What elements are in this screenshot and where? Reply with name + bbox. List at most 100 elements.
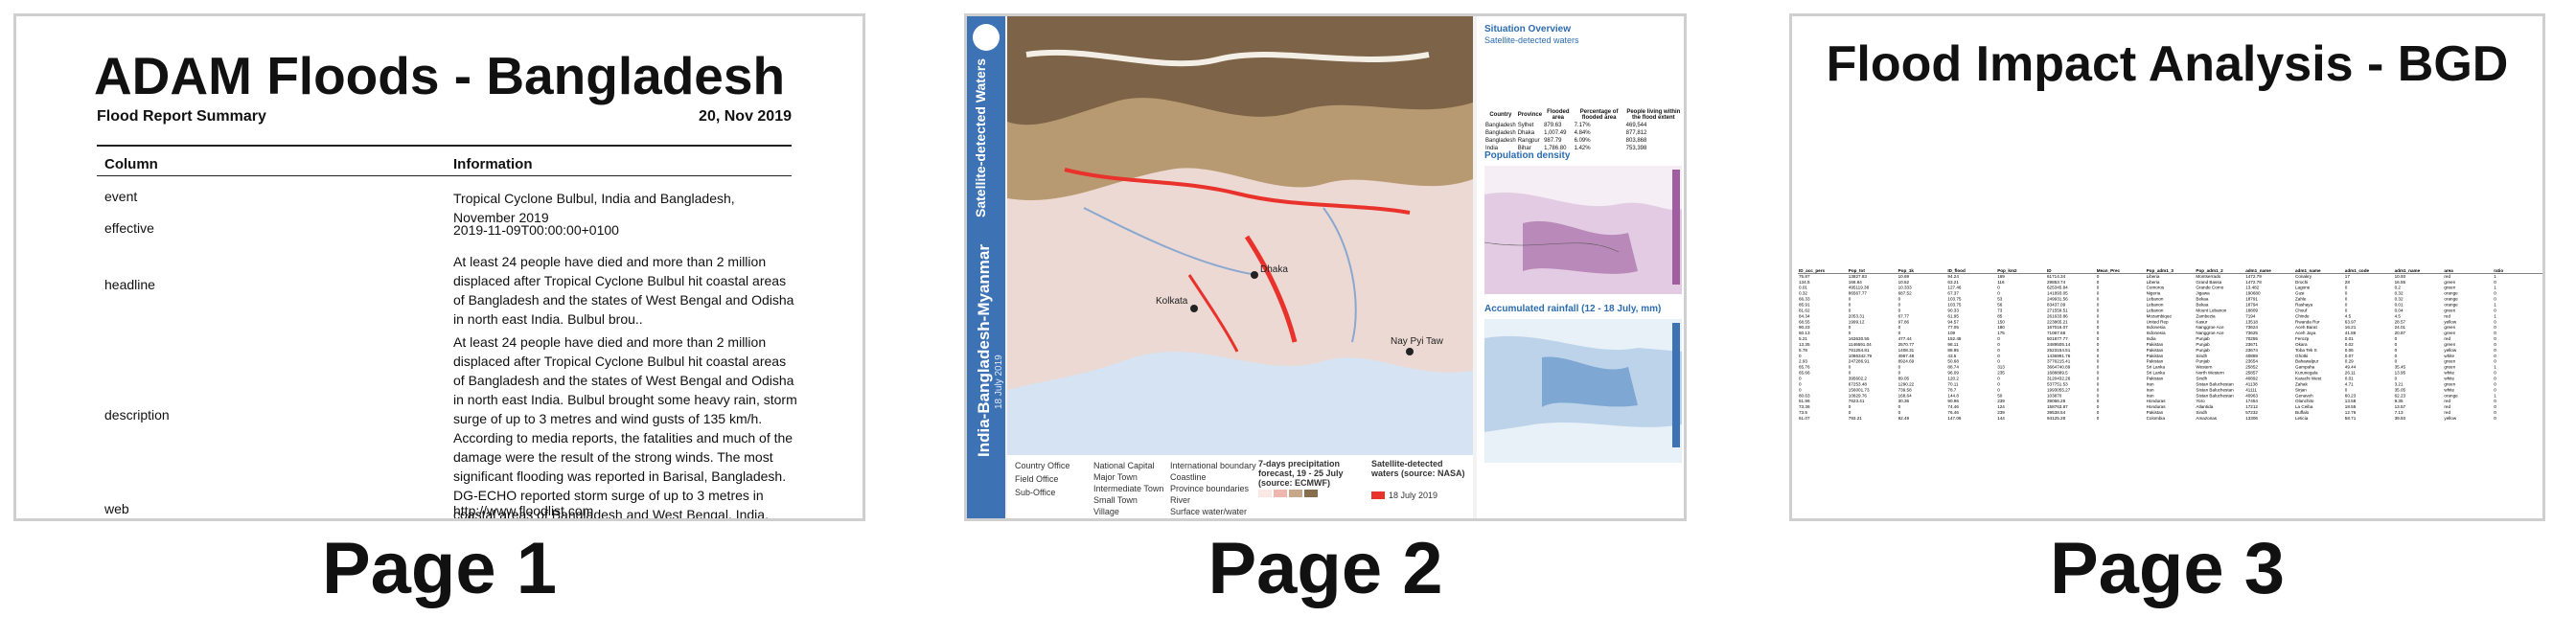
- table-cell: 94.57: [1947, 319, 1959, 324]
- table-cell: Bangladesh: [1485, 138, 1516, 144]
- table-cell: 2053.31: [1849, 313, 1865, 318]
- table-cell: Western: [2196, 365, 2212, 370]
- table-cell: 103.75: [1947, 297, 1961, 302]
- row-value-headline: At least 24 people have died and more th…: [453, 254, 794, 327]
- table-cell: 0: [2345, 286, 2348, 290]
- table-cell: Iran: [2147, 381, 2154, 386]
- impact-data-table[interactable]: ID_acc_pers Pop_tot Pop_1k ID_flood Pop_km2 I…: [1798, 267, 2542, 421]
- table-cell: 30.36: [1898, 399, 1910, 403]
- table-cell: 223865.21: [2047, 319, 2068, 324]
- table-cell: 3.21: [2395, 381, 2404, 386]
- table-cell: 120.2: [1947, 377, 1959, 381]
- map-label-dhaka: Dhaka: [1260, 264, 1288, 275]
- table-cell: 0: [1849, 410, 1852, 415]
- table-cell: Liberia: [2147, 274, 2160, 279]
- table-cell: 0: [2097, 359, 2100, 364]
- table-cell: 90.96: [1947, 399, 1959, 403]
- table-cell: Lagone: [2295, 286, 2311, 290]
- table-cell: 88.95: [1947, 348, 1959, 353]
- table-cell: 0: [2345, 291, 2348, 296]
- row-key-headline: headline: [104, 277, 155, 292]
- table-cell: 65.66: [1799, 371, 1810, 376]
- table-cell: 0: [2494, 381, 2496, 386]
- table-cell: 0: [1799, 387, 1802, 392]
- table-cell: 109: [1947, 331, 1955, 335]
- report-title: ADAM Floods - Bangladesh: [93, 46, 786, 105]
- table-header-cell: Pop_km2: [1997, 268, 2017, 273]
- table-cell: 13.57: [2395, 404, 2406, 409]
- table-cell: 0: [1849, 365, 1852, 370]
- map-side-banner: Satellite-detected Waters India-Banglade…: [967, 16, 1005, 518]
- table-cell: 67.77: [1898, 313, 1910, 318]
- table-header-cell: adm1_name: [2245, 268, 2271, 273]
- legend-item-6: Small Town: [1093, 495, 1138, 505]
- table-cell: 0.01: [2345, 336, 2354, 341]
- table-cell: Aceh Jaya: [2295, 331, 2316, 335]
- table-cell: 987.79: [1544, 138, 1562, 144]
- table-cell: 5.21: [1799, 336, 1807, 341]
- table-cell: 134.5: [1799, 280, 1810, 285]
- table-cell: 13827.83: [1849, 274, 1868, 279]
- table-header-province: Province: [1517, 112, 1543, 118]
- table-cell: 0: [2345, 387, 2348, 392]
- table-header-people: People living within the flood extent: [1626, 109, 1681, 121]
- table-cell: 0: [2494, 331, 2496, 335]
- table-cell: 39538.54: [2047, 410, 2066, 415]
- table-cell: 2570.77: [1898, 342, 1915, 347]
- table-cell: 0: [2345, 297, 2348, 302]
- population-density-map[interactable]: [1484, 166, 1682, 294]
- table-cell: 18.55: [2345, 404, 2357, 409]
- forecast-swatch-1: [1258, 490, 1272, 497]
- table-cell: 0.2: [2395, 286, 2402, 290]
- table-cell: 0: [2494, 291, 2496, 296]
- table-cell: 0: [1997, 359, 2000, 364]
- table-cell: Ferozp: [2295, 336, 2310, 341]
- table-cell: 0: [2494, 354, 2496, 358]
- table-cell: Sindh: [2196, 410, 2207, 415]
- table-cell: 168.64: [1898, 393, 1912, 398]
- legend-item-5: Intermediate Town: [1093, 484, 1164, 493]
- table-cell: 3120432.26: [2047, 377, 2071, 381]
- table-cell: Comoros: [2147, 286, 2165, 290]
- table-cell: 67253.48: [1849, 381, 1868, 386]
- page-2-satellite-map: Satellite-detected Waters India-Banglade…: [964, 13, 1687, 521]
- table-cell: green: [2444, 342, 2455, 347]
- table-cell: 127.46: [1947, 286, 1961, 290]
- overview-subtitle: Satellite-detected waters: [1484, 35, 1579, 45]
- table-cell: Sindh: [2196, 377, 2207, 381]
- table-cell: 261633.86: [2047, 313, 2068, 318]
- table-cell: 687.52: [1898, 291, 1912, 296]
- table-cell: 0.01: [2345, 377, 2354, 381]
- table-cell: 1146691.04: [1849, 342, 1872, 347]
- table-cell: 0: [1799, 377, 1802, 381]
- table-cell: 23674: [2245, 348, 2258, 353]
- row-value-web[interactable]: http://www.floodlist.com: [453, 501, 800, 518]
- table-cell: green: [2444, 308, 2455, 312]
- table-cell: Buffalo: [2295, 410, 2310, 415]
- table-cell: 0.32: [1799, 291, 1807, 296]
- table-cell: 92.49: [1898, 416, 1910, 421]
- table-cell: 1: [2494, 274, 2496, 279]
- table-cell: 73.5: [1799, 410, 1807, 415]
- table-cell: 51.96: [1799, 399, 1810, 403]
- table-cell: 66.33: [1799, 297, 1810, 302]
- naypyitaw-marker: [1406, 348, 1414, 355]
- table-cell: Amazonas: [2196, 416, 2217, 421]
- table-cell: 0: [2097, 308, 2100, 312]
- table-cell: orange: [2444, 393, 2458, 398]
- table-cell: 0: [2097, 297, 2100, 302]
- table-cell: 75.87: [1799, 274, 1810, 279]
- table-cell: Nanggroe Ace: [2196, 331, 2224, 335]
- table-cell: Punjab: [2196, 336, 2210, 341]
- table-cell: Gusi: [2295, 291, 2304, 296]
- table-cell: 144: [1997, 416, 2005, 421]
- side-banner-date: 18 July 2019: [994, 354, 1004, 409]
- rainfall-map[interactable]: [1484, 319, 1682, 463]
- table-cell: 180: [1997, 325, 2005, 330]
- table-cell: Karachi West: [2295, 377, 2322, 381]
- flood-map[interactable]: Dhaka Kolkata Nay Pyi Taw: [1007, 16, 1473, 455]
- map-legend: Country Office Field Office Sub-Office N…: [1007, 455, 1473, 518]
- table-cell: Nigeria: [2147, 291, 2161, 296]
- table-cell: 0: [2097, 348, 2100, 353]
- table-cell: Kasur: [2196, 319, 2207, 324]
